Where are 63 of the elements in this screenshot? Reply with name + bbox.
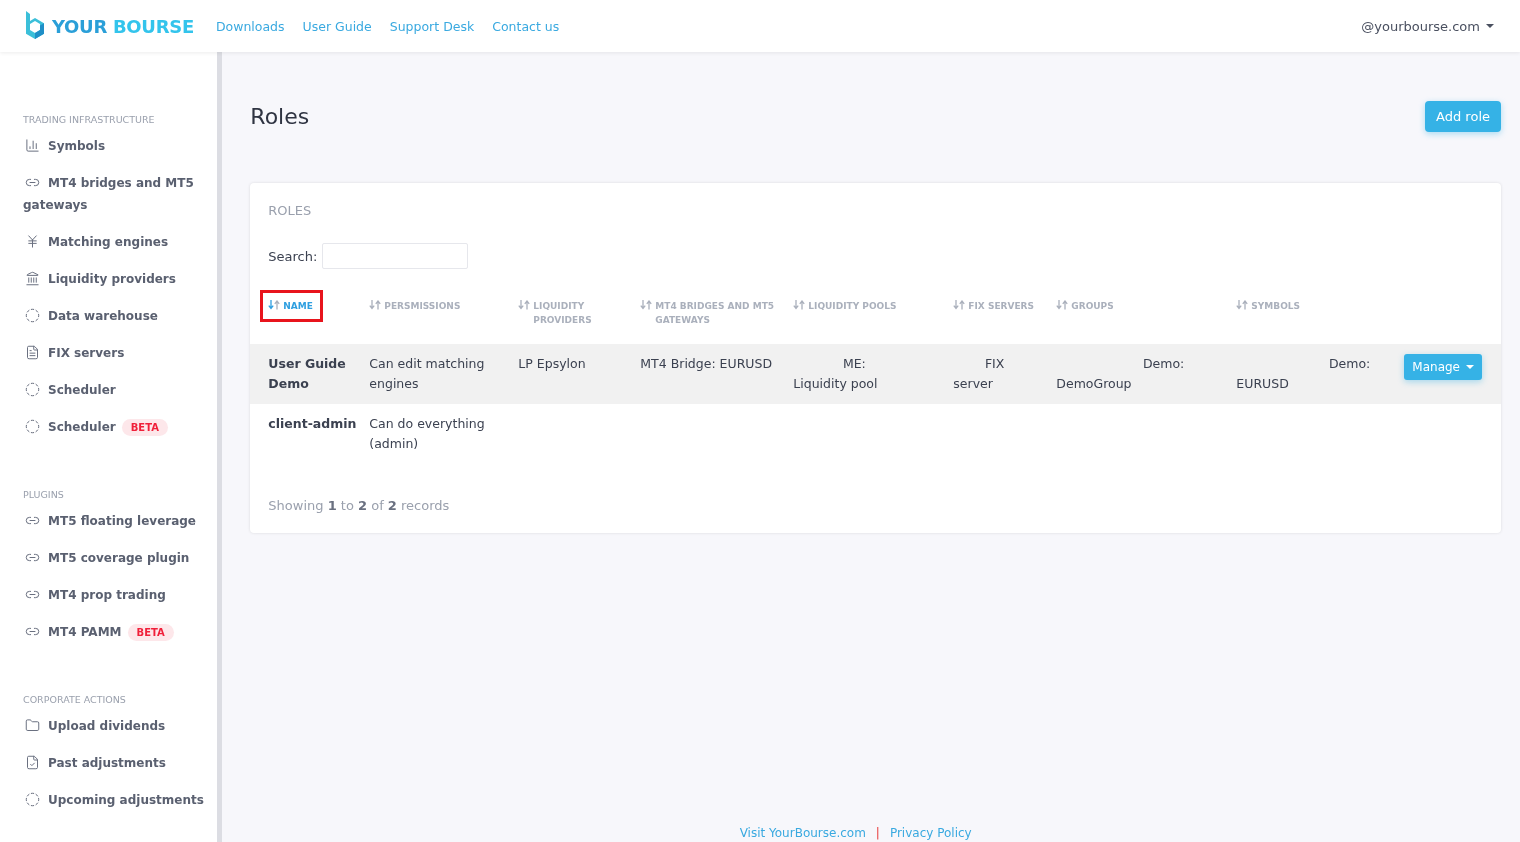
sort-arrows-icon <box>1056 300 1069 310</box>
sidebar-item[interactable]: MT5 coverage plugin <box>0 540 218 577</box>
sidebar-item[interactable]: MT4 PAMM BETA <box>0 614 218 651</box>
document-icon <box>25 345 40 360</box>
sidebar-item[interactable]: Scheduler BETA <box>0 409 218 446</box>
bar-chart-icon <box>25 138 40 153</box>
table-cell-text: Demo: <box>1141 355 1186 373</box>
logo-icon <box>24 11 46 41</box>
table-cell-text: Demo: <box>1327 355 1372 373</box>
section-title: PLUGINS <box>22 489 65 502</box>
search-label: Search: <box>268 248 318 264</box>
sort-arrows-icon <box>793 300 806 310</box>
sidebar-item[interactable]: Data warehouse <box>0 298 218 335</box>
sidebar-item[interactable]: Upcoming adjustments <box>0 782 218 819</box>
beta-badge: BETA <box>127 624 174 641</box>
table-cell-text: client-admin <box>268 415 358 433</box>
logo-text: YOUR BOURSE <box>52 15 194 37</box>
table-cell-text: EURUSD <box>1236 375 1290 393</box>
table-cell-text: MT4 Bridge: EURUSD <box>640 355 774 373</box>
sort-arrows-icon <box>640 300 653 310</box>
section-title: CORPORATE ACTIONS <box>22 694 127 707</box>
sidebar-item[interactable]: Matching engines <box>0 224 218 261</box>
sidebar-item[interactable]: MT4 prop trading <box>0 577 218 614</box>
sort-arrows-icon <box>268 300 281 310</box>
sidebar-item[interactable]: Liquidity providers <box>0 261 218 298</box>
sidebar-item[interactable]: Upload dividends <box>0 708 218 745</box>
table-cell-text: server <box>953 375 994 393</box>
sort-arrows-icon <box>518 300 531 310</box>
card-title: ROLES <box>267 203 313 218</box>
yen-icon <box>25 234 40 249</box>
table-cell-text: LP Epsylon <box>518 355 587 373</box>
table-cell-text: Can do everything (admin) <box>369 415 486 453</box>
account-menu[interactable]: @yourbourse.com <box>1361 18 1494 34</box>
table-cell-text: Can edit matching engines <box>369 355 486 393</box>
sidebar-item[interactable]: Symbols <box>0 128 218 165</box>
section-title: TRADING INFRASTRUCTURE <box>22 114 156 127</box>
beta-badge: BETA <box>121 419 168 436</box>
dashed-circle-icon <box>25 382 40 397</box>
sidebar-item[interactable]: Past adjustments <box>0 745 218 782</box>
sort-arrows-icon <box>953 300 966 310</box>
caret-icon <box>1486 24 1494 28</box>
search-field[interactable] <box>322 243 469 269</box>
table-cell-text: FIX <box>983 355 1006 373</box>
sidebar-item[interactable]: FIX servers <box>0 335 218 372</box>
table-cell-text: Liquidity pool <box>793 375 879 393</box>
file-check-icon <box>25 755 40 770</box>
folder-icon <box>25 718 40 733</box>
sort-arrows-icon <box>1236 300 1249 310</box>
sidebar-item[interactable]: MT4 bridges and MT5 gateways <box>0 165 218 224</box>
records-info: Showing 1 to 2 of 2 records <box>267 497 451 513</box>
page-title: Roles <box>250 103 310 129</box>
table-cell-text: DemoGroup <box>1056 375 1133 393</box>
sort-arrows-icon <box>369 300 382 310</box>
table-cell-text: ME: <box>841 355 867 373</box>
sidebar-item[interactable]: MT5 floating leverage <box>0 503 218 540</box>
dashed-circle-icon <box>25 419 40 434</box>
caret-icon <box>1466 365 1474 369</box>
bank-icon <box>25 271 40 286</box>
sidebar-item[interactable]: Scheduler <box>0 372 218 409</box>
dashed-circle-icon <box>25 308 40 323</box>
table-cell-text: User Guide Demo <box>268 355 347 393</box>
dashed-circle-icon <box>25 792 40 807</box>
separator: | <box>875 826 880 840</box>
